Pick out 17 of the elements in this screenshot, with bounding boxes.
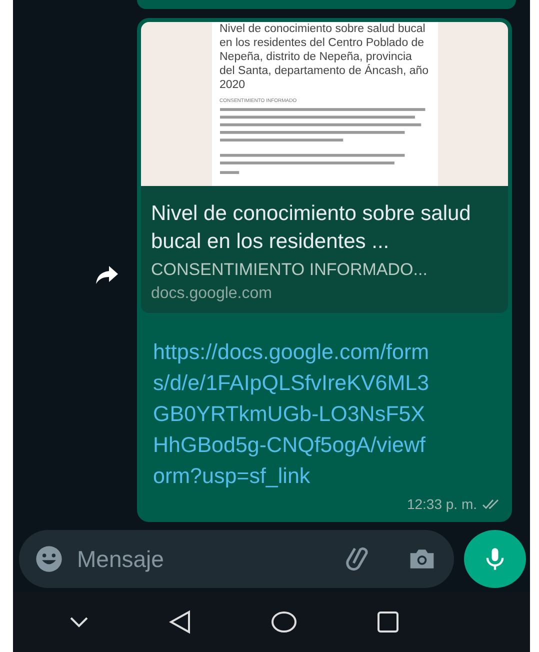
back-icon[interactable] xyxy=(169,610,191,634)
chevron-down-icon[interactable] xyxy=(69,616,89,628)
emoji-icon[interactable] xyxy=(35,545,63,573)
message-time: 12:33 p. m. xyxy=(406,496,477,512)
recent-apps-icon[interactable] xyxy=(377,611,399,633)
message-input[interactable]: Mensaje xyxy=(77,546,330,572)
document-title: Nivel de conocimiento sobre salud bucal en los residentes del Centro Poblado de Nepeña, distrito de Nepeña, provincia del Santa, departamento de Áncash, año 2020 xyxy=(220,22,430,92)
preview-title: Nivel de conocimiento sobre salud bucal en los residentes ... xyxy=(151,201,472,255)
link-preview[interactable] xyxy=(141,22,508,313)
home-icon[interactable] xyxy=(271,611,297,633)
preview-domain: docs.google.com xyxy=(151,285,273,303)
double-tick-icon xyxy=(482,498,500,510)
forward-icon[interactable] xyxy=(95,265,119,285)
camera-icon[interactable] xyxy=(408,547,436,571)
preview-description: CONSENTIMIENTO INFORMADO... xyxy=(151,260,428,280)
message-link[interactable]: https://docs.google.com/forms/d/e/1FAIpQLSfvIreKV6ML3GB0YRTkmUGb-LO3NsF5XHhGBod5g-CNQf5ogA/viewform?usp=sf_link xyxy=(153,337,433,492)
message-field[interactable]: Mensaje xyxy=(19,530,454,588)
